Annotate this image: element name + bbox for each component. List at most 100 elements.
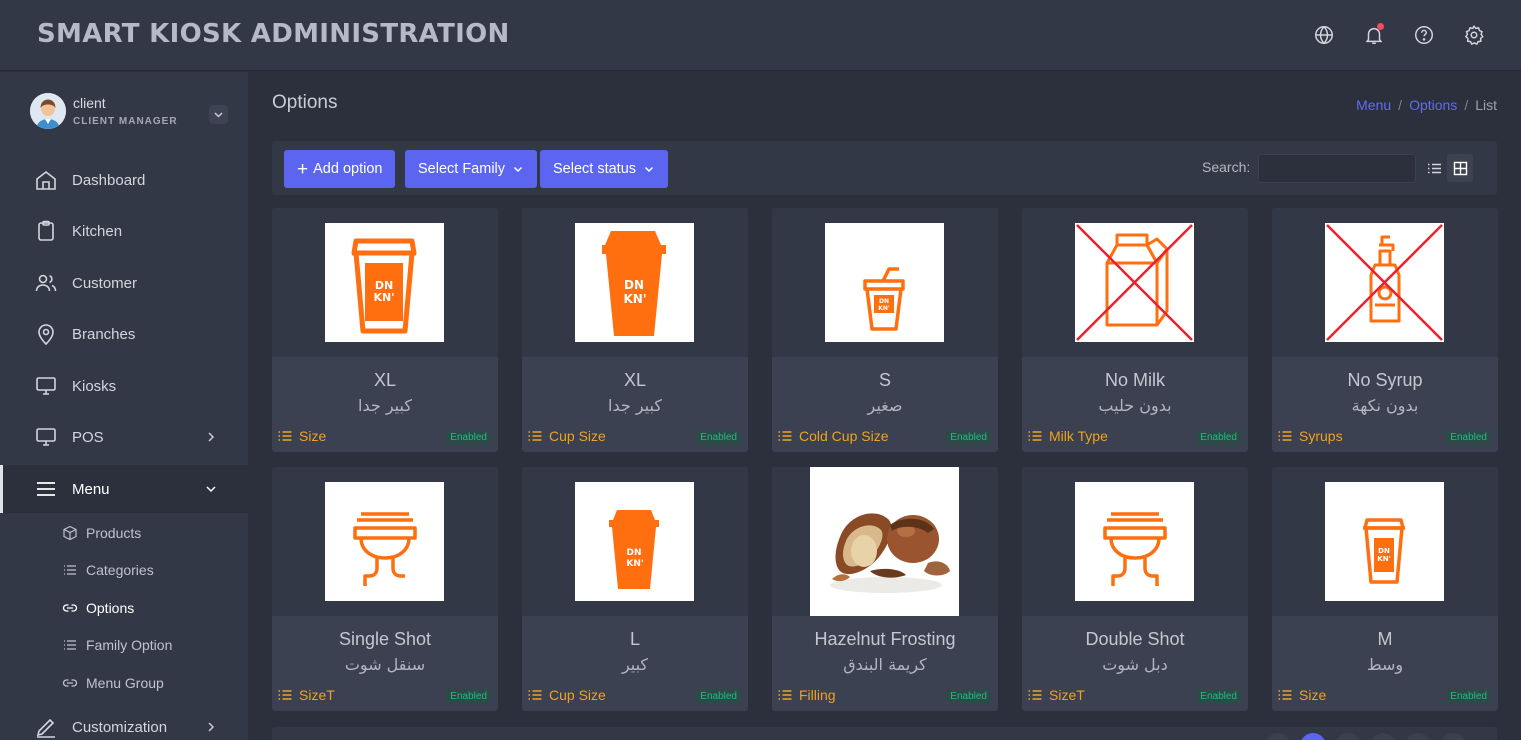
breadcrumb-separator: / (1464, 97, 1469, 113)
status-badge: Enabled (696, 430, 741, 445)
option-card[interactable]: DN KN' L كبير Cup Size Enabled (522, 467, 748, 711)
users-icon (34, 271, 58, 295)
chevron-right-icon (204, 720, 218, 734)
svg-text:KN': KN' (623, 292, 646, 306)
option-image: DN KN' (272, 208, 498, 357)
option-card[interactable]: DN KN' S صغير Cold Cup Size Enabled (772, 208, 998, 452)
sidebar-item-kiosks[interactable]: Kiosks (0, 362, 248, 410)
hazelnut-photo (810, 467, 959, 616)
option-card[interactable]: No Milk بدون حليب Milk Type Enabled (1022, 208, 1248, 452)
breadcrumb-menu[interactable]: Menu (1356, 97, 1391, 113)
option-image: DN KN' (522, 467, 748, 616)
option-arabic-name: سنقل شوت (344, 655, 426, 674)
list-icon (1278, 690, 1292, 700)
option-arabic-name: دبل شوت (1102, 655, 1168, 674)
svg-text:KN': KN' (878, 305, 890, 312)
svg-text:KN': KN' (626, 559, 643, 569)
list-icon (278, 431, 292, 441)
option-family: Size (278, 428, 326, 444)
option-name: Single Shot (338, 629, 432, 649)
user-menu-toggle[interactable] (209, 105, 228, 124)
add-option-button[interactable]: + Add option (284, 150, 396, 188)
sidebar-item-pos[interactable]: POS (0, 413, 248, 461)
option-family-label: Filling (799, 687, 836, 703)
no-milk-icon (1075, 223, 1194, 342)
toolbar: + Add option Select Family Select status… (272, 141, 1497, 195)
svg-text:KN': KN' (1377, 555, 1390, 563)
status-badge: Enabled (946, 689, 991, 704)
option-family: Cup Size (528, 428, 606, 444)
option-card[interactable]: No Syrup بدون نكهة Syrups Enabled (1272, 208, 1498, 452)
option-card[interactable]: DN KN' M وسط Size Enabled (1272, 467, 1498, 711)
option-arabic-name: كبير جدا (608, 396, 662, 415)
select-family-dropdown[interactable]: Select Family (405, 150, 538, 188)
sidebar-subitem-options[interactable]: Options (0, 590, 248, 626)
page-title: Options (272, 92, 338, 113)
top-icons (1313, 23, 1485, 46)
select-status-dropdown[interactable]: Select status (540, 150, 669, 188)
sidebar-item-label: Dashboard (72, 171, 146, 189)
option-family: SizeT (278, 687, 335, 703)
breadcrumb-options[interactable]: Options (1409, 97, 1457, 113)
top-bar: SMART KIOSK ADMINISTRATION (0, 0, 1521, 71)
option-card[interactable]: Hazelnut Frosting كريمة البندق Filling E… (772, 467, 998, 711)
sidebar-item-dashboard[interactable]: Dashboard (0, 156, 248, 204)
option-arabic-name: كريمة البندق (843, 655, 927, 674)
gear-icon[interactable] (1463, 24, 1485, 46)
pen-icon (34, 715, 58, 739)
option-name: Double Shot (1085, 629, 1185, 649)
globe-icon[interactable] (1313, 24, 1335, 46)
option-card[interactable]: Double Shot دبل شوت SizeT Enabled (1022, 467, 1248, 711)
option-family: SizeT (1028, 687, 1085, 703)
list-icon (778, 690, 792, 700)
monitor-icon (34, 374, 58, 398)
svg-text:DN: DN (879, 298, 889, 305)
monitor-icon (34, 425, 58, 449)
user-profile[interactable]: client CLIENT MANAGER (30, 93, 230, 133)
status-badge: Enabled (1196, 689, 1241, 704)
sidebar-item-menu[interactable]: Menu (0, 465, 248, 513)
option-name: M (1377, 629, 1393, 649)
option-name: XL (623, 370, 647, 390)
list-icon (1278, 431, 1292, 441)
sidebar-item-label: Customer (72, 274, 138, 292)
sidebar-subitem-products[interactable]: Products (0, 515, 248, 551)
cup-outline-icon: DN KN' (1325, 482, 1444, 601)
sidebar-subitem-label: Categories (86, 562, 154, 578)
option-family-label: Syrups (1299, 428, 1343, 444)
cup-filled-icon: DN KN' (575, 482, 694, 601)
option-family-label: Size (299, 428, 327, 444)
sidebar-item-customer[interactable]: Customer (0, 259, 248, 307)
option-family: Cup Size (528, 687, 606, 703)
cup-outline-icon: DN KN' (325, 223, 444, 342)
sidebar-item-kitchen[interactable]: Kitchen (0, 207, 248, 255)
option-arabic-name: كبير جدا (358, 396, 412, 415)
sidebar-item-label: Menu (72, 480, 110, 498)
sidebar-subitem-label: Products (86, 525, 142, 541)
sidebar-item-label: Kiosks (72, 377, 117, 395)
option-card[interactable]: Single Shot سنقل شوت SizeT Enabled (272, 467, 498, 711)
option-image: DN KN' (772, 208, 998, 357)
help-icon[interactable] (1413, 24, 1435, 46)
option-family-label: Size (1299, 687, 1327, 703)
espresso-shot-icon (325, 482, 444, 601)
sidebar-subitem-family-option[interactable]: Family Option (0, 627, 248, 663)
option-arabic-name: صغير (867, 396, 903, 415)
grid-view-button[interactable] (1447, 154, 1473, 182)
list-view-button[interactable] (1421, 154, 1447, 182)
sidebar-item-label: Branches (72, 325, 136, 343)
search-input[interactable] (1258, 154, 1416, 183)
status-badge: Enabled (1196, 430, 1241, 445)
link-icon (62, 675, 78, 691)
option-card[interactable]: DN KN' XL كبير جدا Size Enabled (272, 208, 498, 452)
option-name: Hazelnut Frosting (814, 629, 956, 649)
list-view-icon (1427, 163, 1441, 173)
sidebar-item-customization[interactable]: Customization (0, 703, 248, 740)
sidebar-subitem-menu-group[interactable]: Menu Group (0, 665, 248, 701)
bell-icon[interactable] (1363, 23, 1385, 46)
list-icon (1028, 690, 1042, 700)
option-card[interactable]: DN KN' XL كبير جدا Cup Size Enabled (522, 208, 748, 452)
svg-text:DN: DN (1378, 547, 1390, 555)
sidebar-subitem-categories[interactable]: Categories (0, 552, 248, 588)
sidebar-item-branches[interactable]: Branches (0, 310, 248, 358)
